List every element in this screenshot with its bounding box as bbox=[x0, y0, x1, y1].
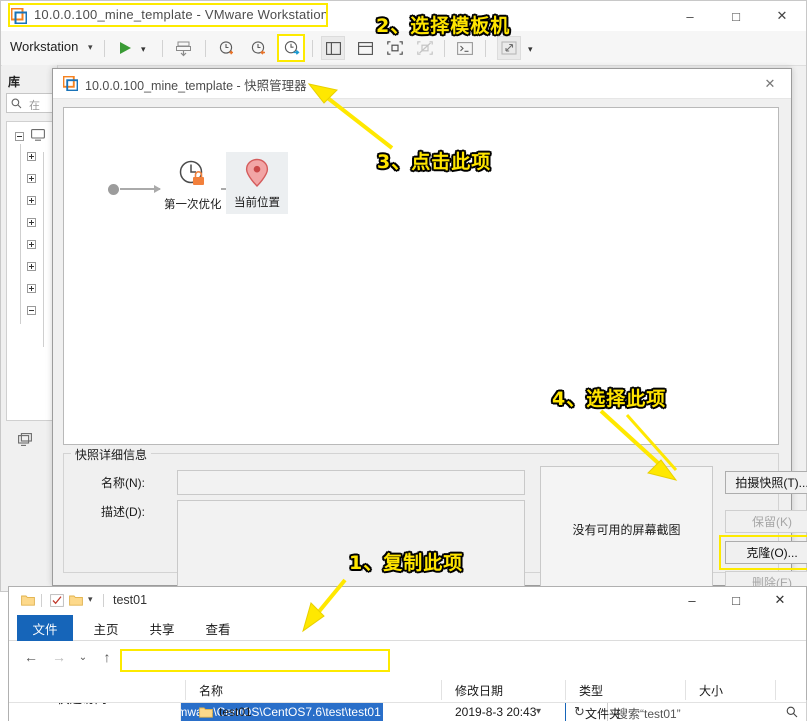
tree-toggle-item[interactable] bbox=[27, 218, 36, 227]
snapshot-node-0[interactable]: 第一次优化 bbox=[164, 158, 222, 212]
up-button[interactable]: ↑ bbox=[97, 648, 117, 666]
annotation-step3: 3、点击此项 bbox=[377, 151, 492, 173]
fullscreen-caret-icon[interactable]: ▾ bbox=[528, 44, 533, 55]
tree-toggle-item[interactable] bbox=[27, 284, 36, 293]
explorer-column-headers: 名称 修改日期 类型 大小 bbox=[9, 678, 806, 703]
toolbar-separator bbox=[205, 40, 206, 57]
keep-button: 保留(K) bbox=[725, 510, 807, 533]
unity-mode-icon[interactable] bbox=[413, 36, 437, 60]
close-icon[interactable]: ✕ bbox=[758, 587, 802, 613]
column-header-name[interactable]: 名称 bbox=[199, 682, 223, 699]
snapshot-details-legend: 快照详细信息 bbox=[71, 446, 152, 463]
tree-toggle-item[interactable] bbox=[27, 152, 36, 161]
title-highlight-box bbox=[8, 3, 328, 27]
console-terminal-icon[interactable] bbox=[453, 36, 477, 60]
minimize-icon[interactable]: – bbox=[670, 587, 714, 613]
toolbar-separator bbox=[312, 40, 313, 57]
snapshot-node-1-current[interactable]: 当前位置 bbox=[226, 152, 288, 214]
take-snapshot-icon[interactable] bbox=[214, 36, 238, 60]
toolbar-separator bbox=[444, 40, 445, 57]
tree-toggle-item[interactable] bbox=[27, 306, 36, 315]
row-file-name: test01 bbox=[219, 705, 252, 719]
description-textarea[interactable] bbox=[177, 500, 525, 593]
annotation-step1: 1、复制此项 bbox=[349, 552, 464, 574]
vmware-library-pane: 库 在 bbox=[2, 65, 62, 591]
tree-toggle-item[interactable] bbox=[27, 196, 36, 205]
properties-icon[interactable] bbox=[50, 594, 64, 607]
description-field-label: 描述(D): bbox=[101, 505, 145, 519]
snapshot-thumbnail-placeholder: 没有可用的屏幕截图 bbox=[540, 466, 713, 593]
tab-file[interactable]: 文件 bbox=[17, 615, 73, 641]
column-header-size[interactable]: 大小 bbox=[699, 682, 723, 699]
annotation-step4: 4、选择此项 bbox=[552, 388, 667, 410]
workstation-menu-button[interactable]: Workstation ▾ bbox=[10, 39, 93, 54]
tree-toggle-item[interactable] bbox=[27, 262, 36, 271]
customize-caret-icon[interactable]: ▾ bbox=[88, 594, 102, 607]
column-header-date[interactable]: 修改日期 bbox=[455, 682, 503, 699]
tree-toggle-item[interactable] bbox=[27, 240, 36, 249]
console-view-icon[interactable] bbox=[383, 36, 407, 60]
recent-locations-button[interactable]: ⌄ bbox=[73, 648, 93, 666]
toolbar-separator bbox=[104, 40, 105, 57]
vmware-logo-icon bbox=[62, 75, 79, 92]
tab-share[interactable]: 共享 bbox=[137, 615, 187, 641]
shared-vms-icon[interactable] bbox=[18, 433, 33, 450]
back-button[interactable]: ← bbox=[21, 648, 41, 666]
tree-toggle-root[interactable] bbox=[15, 132, 24, 141]
maximize-icon[interactable]: □ bbox=[713, 1, 759, 31]
quick-access-toolbar: ▾ test01 – □ ✕ bbox=[9, 587, 806, 615]
tree-toggle-item[interactable] bbox=[27, 174, 36, 183]
snapshot-label: 第一次优化 bbox=[164, 199, 222, 211]
library-search-placeholder: 在 bbox=[29, 100, 40, 112]
my-computer-icon bbox=[31, 129, 45, 144]
name-field-label: 名称(N): bbox=[101, 476, 145, 490]
snapshot-label: 当前位置 bbox=[234, 197, 280, 209]
new-folder-icon[interactable] bbox=[69, 594, 83, 607]
snapshot-manager-icon[interactable] bbox=[277, 34, 305, 62]
row-file-type: 文件夹 bbox=[585, 707, 622, 721]
chevron-down-icon: ▾ bbox=[88, 42, 93, 53]
take-snapshot-button[interactable]: 拍摄快照(T)... bbox=[725, 471, 807, 494]
library-title: 库 bbox=[8, 75, 21, 89]
tab-view[interactable]: 查看 bbox=[193, 615, 243, 641]
snapshot-dialog-title: 10.0.0.100_mine_template - 快照管理器 bbox=[85, 79, 307, 93]
fullscreen-icon[interactable] bbox=[497, 36, 521, 60]
address-highlight-box bbox=[120, 649, 390, 672]
power-on-icon[interactable] bbox=[113, 36, 137, 60]
timeline-root-dot-icon bbox=[108, 184, 119, 195]
snapshot-clock-lock-icon bbox=[179, 160, 204, 185]
name-input[interactable] bbox=[177, 470, 525, 495]
close-icon[interactable]: ✕ bbox=[753, 69, 787, 99]
snapshot-manager-dialog: 10.0.0.100_mine_template - 快照管理器 ✕ 第一次优化 bbox=[52, 68, 807, 645]
toolbar-separator bbox=[162, 40, 163, 57]
close-icon[interactable]: ✕ bbox=[759, 1, 805, 31]
tab-home[interactable]: 主页 bbox=[81, 615, 131, 641]
show-library-icon[interactable] bbox=[321, 36, 345, 60]
explorer-window-title: test01 bbox=[113, 593, 148, 607]
show-thumbnails-icon[interactable] bbox=[353, 36, 377, 60]
minimize-icon[interactable]: – bbox=[667, 1, 713, 31]
send-ctrl-alt-del-icon[interactable] bbox=[171, 36, 195, 60]
search-icon bbox=[11, 98, 22, 109]
row-modified-date: 2019-8-3 20:43 bbox=[455, 705, 537, 719]
current-position-marker-icon bbox=[245, 158, 269, 187]
forward-button: → bbox=[52, 649, 66, 665]
power-dropdown-caret-icon[interactable]: ▾ bbox=[141, 44, 146, 55]
snapshot-dialog-titlebar: 10.0.0.100_mine_template - 快照管理器 ✕ bbox=[53, 69, 791, 99]
table-row[interactable]: test01 2019-8-3 20:43 文件夹 bbox=[185, 704, 806, 721]
clone-button-highlight bbox=[719, 535, 807, 570]
timeline-connector-arrow bbox=[120, 185, 161, 193]
maximize-icon[interactable]: □ bbox=[714, 587, 758, 613]
explorer-ribbon-tabs: 文件 主页 共享 查看 ▾ ? bbox=[9, 615, 806, 662]
column-header-type[interactable]: 类型 bbox=[579, 682, 603, 699]
folder-icon bbox=[199, 706, 213, 718]
workstation-menu-label: Workstation bbox=[10, 39, 79, 54]
toolbar-separator bbox=[485, 40, 486, 57]
annotation-step2: 2、选择模板机 bbox=[376, 15, 511, 37]
thumbnail-empty-text: 没有可用的屏幕截图 bbox=[572, 523, 681, 537]
folder-icon[interactable] bbox=[21, 594, 35, 607]
revert-snapshot-icon[interactable] bbox=[246, 36, 270, 60]
